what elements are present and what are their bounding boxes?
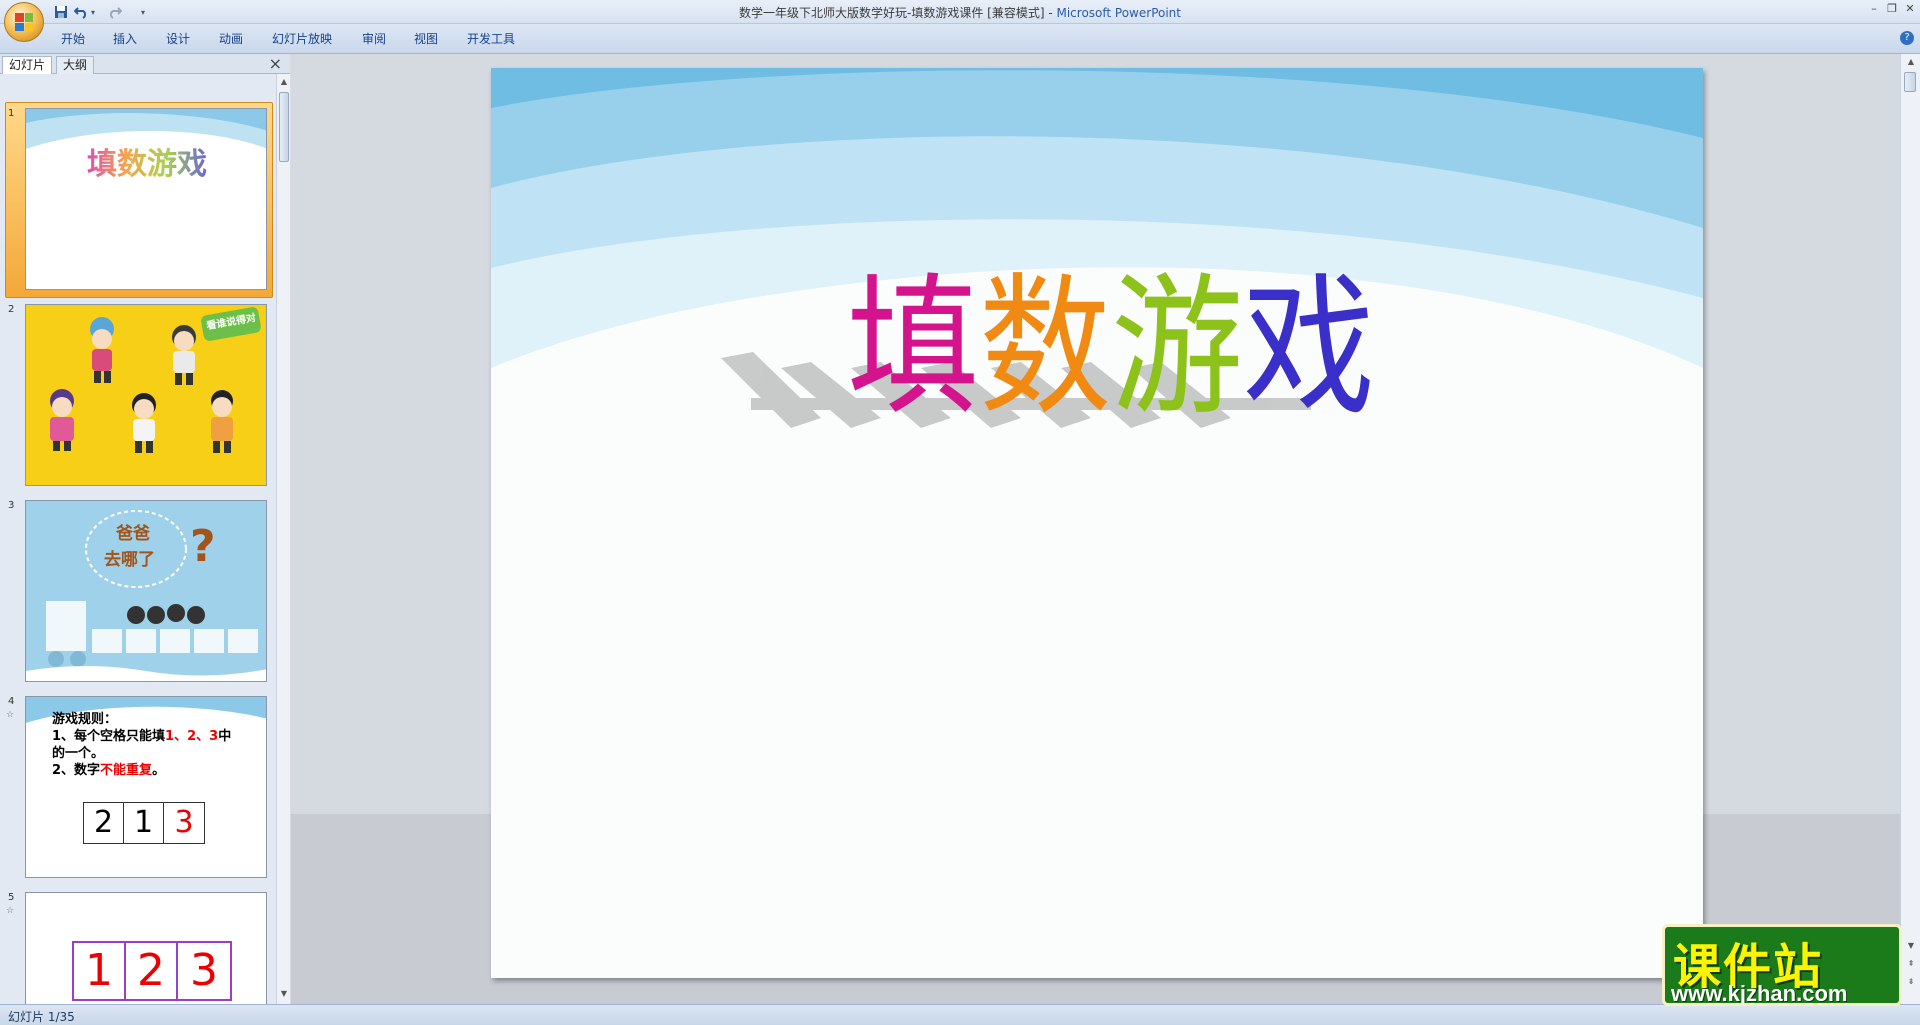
- scrollbar-thumb[interactable]: [1904, 72, 1916, 92]
- minimize-icon[interactable]: –: [1866, 2, 1882, 16]
- status-bar: 幻灯片 1/35: [0, 1004, 1920, 1025]
- grid-cell: 3: [190, 945, 218, 996]
- thumb-4-grid: 2 1 3: [83, 802, 205, 844]
- site-watermark-logo: 课件站 www.kjzhan.com: [1662, 924, 1902, 1006]
- tab-insert[interactable]: 插入: [113, 30, 137, 47]
- help-icon[interactable]: ?: [1900, 31, 1914, 45]
- previous-slide-icon[interactable]: ⇞: [1905, 958, 1917, 970]
- document-title: 数学一年级下北师大版数学好玩-填数游戏课件 [兼容模式] -: [739, 6, 1057, 20]
- thumb-3-question-mark: ?: [190, 521, 216, 572]
- slide-thumbnail-5[interactable]: 1 2 3: [25, 892, 267, 1004]
- scroll-up-icon[interactable]: ▲: [278, 76, 290, 88]
- tab-slideshow[interactable]: 幻灯片放映: [272, 30, 332, 47]
- redo-icon[interactable]: [106, 3, 124, 21]
- thumbnail-number: 2: [8, 304, 15, 315]
- title-char-3: 游: [1111, 259, 1243, 437]
- scroll-down-icon[interactable]: ▼: [278, 988, 290, 1000]
- thumb-4-rules: 游戏规则： 1、每个空格只能填1、2、3中 的一个。 2、数字不能重复。: [52, 712, 232, 778]
- thumb-1-title: 填数游戏: [87, 147, 207, 182]
- thumbnail-number: 5: [8, 892, 15, 903]
- thumb-3-bubble-line2: 去哪了: [104, 550, 155, 570]
- title-char-4: 戏: [1243, 259, 1375, 437]
- thumb-2-characters: [26, 305, 266, 485]
- next-slide-icon[interactable]: ⇟: [1905, 976, 1917, 988]
- close-window-icon[interactable]: ✕: [1902, 2, 1918, 16]
- title-char-1: 填: [847, 259, 979, 437]
- scrollbar-thumb[interactable]: [279, 92, 289, 162]
- grid-cell: 1: [124, 803, 164, 843]
- ribbon-tab-bar: 开始 插入 设计 动画 幻灯片放映 审阅 视图 开发工具 ?: [0, 24, 1920, 54]
- slide-thumbnail-2[interactable]: 看谁说得对: [25, 304, 267, 486]
- title-bar: 数学一年级下北师大版数学好玩-填数游戏课件 [兼容模式] - Microsoft…: [0, 0, 1920, 24]
- panel-tabs: 幻灯片 大纲 ×: [0, 54, 290, 74]
- title-char-2: 数: [979, 259, 1111, 437]
- tab-view[interactable]: 视图: [414, 30, 438, 47]
- thumb-1-background: [26, 109, 266, 289]
- scroll-down-icon[interactable]: ▼: [1905, 940, 1917, 952]
- thumb-5-grid: 1 2 3: [72, 941, 232, 1001]
- slide-indicator: 幻灯片 1/35: [8, 1010, 75, 1024]
- slide-background: [491, 68, 1703, 978]
- tab-animations[interactable]: 动画: [219, 30, 243, 47]
- scroll-up-icon[interactable]: ▲: [1905, 56, 1917, 68]
- slide-thumbnail-list: 1 填数游戏 2 看谁说得对 3 爸爸 去哪了 ? 4 ☆ 游戏规则： 1、每个…: [0, 74, 276, 1004]
- tab-developer[interactable]: 开发工具: [467, 30, 515, 47]
- grid-cell: 2: [126, 943, 178, 999]
- tab-slides[interactable]: 幻灯片: [2, 56, 53, 74]
- slide-thumbnail-4[interactable]: 游戏规则： 1、每个空格只能填1、2、3中 的一个。 2、数字不能重复。 2 1…: [25, 696, 267, 878]
- customize-qat-icon[interactable]: ▾: [138, 3, 148, 21]
- watermark-url: www.kjzhan.com: [1671, 981, 1848, 1006]
- save-icon[interactable]: [52, 3, 70, 21]
- animation-star-icon: ☆: [6, 906, 15, 916]
- grid-cell: 2: [84, 803, 124, 843]
- app-name: Microsoft PowerPoint: [1056, 6, 1181, 20]
- window-title: 数学一年级下北师大版数学好玩-填数游戏课件 [兼容模式] - Microsoft…: [0, 4, 1920, 21]
- thumbnail-number: 4: [8, 696, 15, 707]
- slide-title[interactable]: 填数游戏: [831, 248, 1391, 448]
- thumbnail-number: 1: [8, 108, 15, 119]
- tab-review[interactable]: 审阅: [362, 30, 386, 47]
- close-panel-icon[interactable]: ×: [269, 54, 282, 73]
- slide-scrollbar[interactable]: ▲ ▼ ⇞ ⇟: [1900, 54, 1920, 1004]
- tab-outline[interactable]: 大纲: [56, 56, 95, 74]
- thumbnail-number: 3: [8, 500, 15, 511]
- restore-icon[interactable]: ❐: [1884, 2, 1900, 16]
- slide-thumbnail-1[interactable]: 填数游戏: [25, 108, 267, 290]
- slides-panel: 幻灯片 大纲 × 1 填数游戏 2 看谁说得对 3 爸爸 去哪了 ? 4 ☆ 游…: [0, 54, 290, 1004]
- thumb-3-bubble-line1: 爸爸: [116, 524, 150, 544]
- current-slide[interactable]: 填数游戏: [491, 68, 1703, 978]
- animation-star-icon: ☆: [6, 710, 15, 720]
- tab-home[interactable]: 开始: [61, 30, 85, 47]
- grid-cell: 3: [174, 805, 194, 840]
- undo-dropdown-icon[interactable]: ▾: [88, 3, 98, 21]
- thumbnail-scrollbar[interactable]: ▲ ▼: [276, 74, 290, 1004]
- office-button[interactable]: [4, 2, 44, 42]
- office-logo-icon: [15, 13, 33, 31]
- tab-design[interactable]: 设计: [166, 30, 190, 47]
- slide-thumbnail-3[interactable]: 爸爸 去哪了 ?: [25, 500, 267, 682]
- slide-editing-area: 填数游戏: [291, 54, 1900, 1004]
- grid-cell: 1: [74, 943, 126, 999]
